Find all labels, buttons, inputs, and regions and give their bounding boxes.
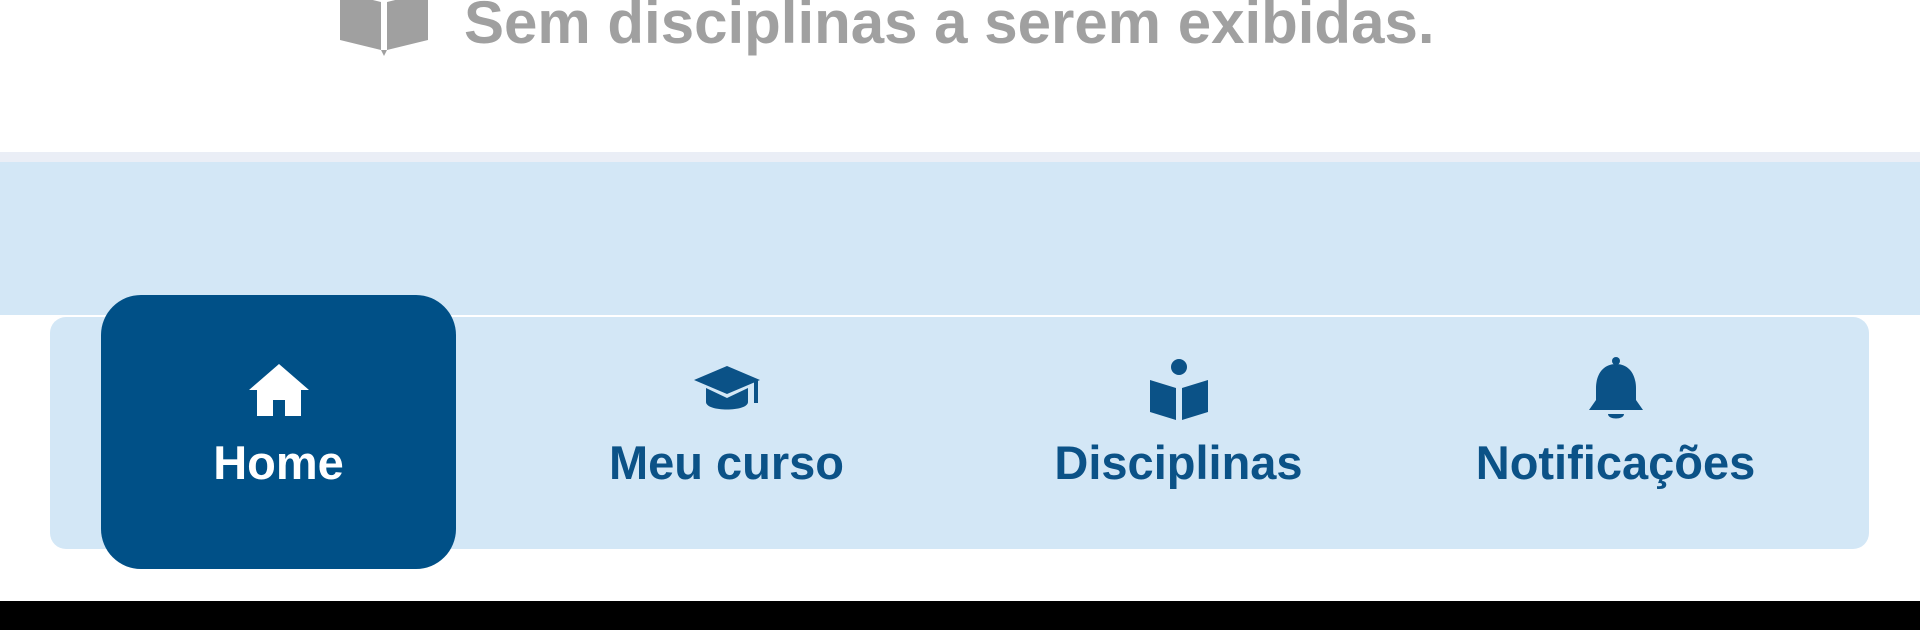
system-navigation-bar <box>0 601 1920 630</box>
nav-item-label: Disciplinas <box>1054 436 1303 489</box>
nav-item-meu-curso[interactable]: Meu curso <box>549 295 904 569</box>
section-divider <box>0 152 1920 162</box>
nav-item-label: Notificações <box>1475 436 1756 489</box>
bell-icon <box>1586 357 1646 421</box>
bottom-nav-area: Home Meu curso Disciplinas Notificações <box>0 295 1920 601</box>
nav-item-disciplinas[interactable]: Disciplinas <box>1001 295 1356 569</box>
bottom-navigation-bar: Home Meu curso Disciplinas Notificações <box>50 295 1869 569</box>
nav-item-notificacoes[interactable]: Notificações <box>1438 295 1793 569</box>
empty-state-row: Sem disciplinas a serem exibidas. <box>338 0 1435 68</box>
top-banner-band <box>0 162 1920 315</box>
nav-item-home[interactable]: Home <box>101 295 456 569</box>
empty-state: Sem disciplinas a serem exibidas. <box>0 0 1920 152</box>
nav-item-label: Meu curso <box>608 436 845 489</box>
nav-item-label: Home <box>213 436 344 489</box>
book-reader-icon <box>1148 359 1210 421</box>
book-icon <box>340 0 428 56</box>
empty-state-message: Sem disciplinas a serem exibidas. <box>464 0 1435 56</box>
home-icon <box>247 359 311 421</box>
graduation-cap-icon <box>692 359 762 421</box>
